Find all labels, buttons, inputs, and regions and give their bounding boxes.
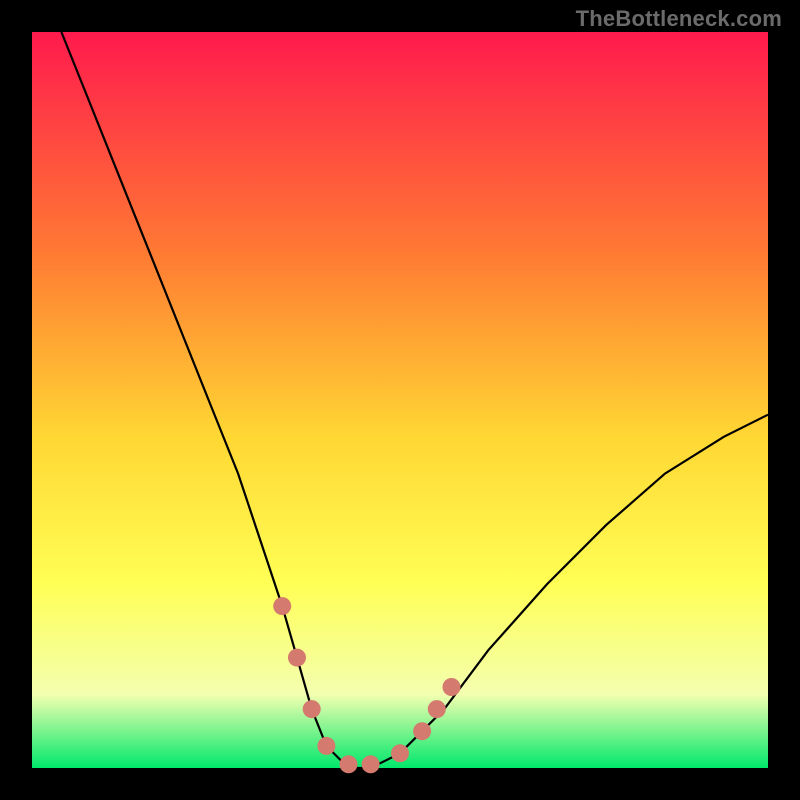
curve-marker (362, 755, 380, 773)
bottleneck-chart (0, 0, 800, 800)
curve-marker (443, 678, 461, 696)
curve-marker (317, 737, 335, 755)
curve-marker (273, 597, 291, 615)
chart-frame: { "watermark": "TheBottleneck.com", "col… (0, 0, 800, 800)
curve-marker (428, 700, 446, 718)
curve-marker (340, 755, 358, 773)
curve-marker (391, 744, 409, 762)
curve-marker (303, 700, 321, 718)
plot-background (32, 32, 768, 768)
curve-marker (413, 722, 431, 740)
curve-marker (288, 649, 306, 667)
